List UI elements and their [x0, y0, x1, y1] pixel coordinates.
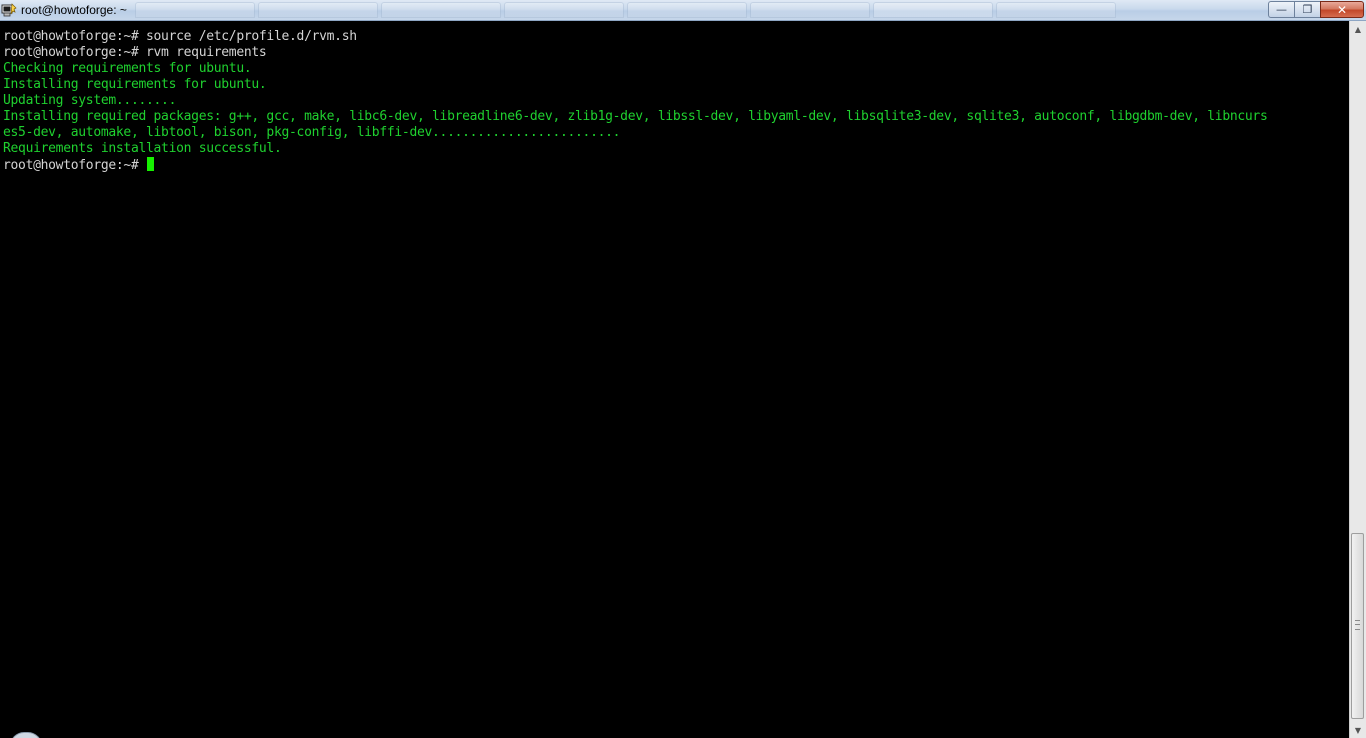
- terminal-cursor: [147, 157, 155, 171]
- scrollbar-thumb[interactable]: [1351, 533, 1364, 719]
- ghost-tab: [504, 2, 624, 18]
- ghost-tab: [750, 2, 870, 18]
- putty-window: root@howtoforge: ~ — ❐ ✕ root@howtoforge…: [0, 0, 1366, 738]
- terminal-output[interactable]: root@howtoforge:~# source /etc/profile.d…: [0, 21, 1349, 738]
- close-button[interactable]: ✕: [1320, 1, 1364, 18]
- terminal-line: es5-dev, automake, libtool, bison, pkg-c…: [3, 125, 621, 140]
- restore-icon: ❐: [1302, 3, 1313, 16]
- terminal-line: root@howtoforge:~# source /etc/profile.d…: [3, 29, 357, 44]
- ghost-tab: [258, 2, 378, 18]
- ghost-tab: [381, 2, 501, 18]
- terminal-line: root@howtoforge:~# rvm requirements: [3, 45, 267, 60]
- background-browser-tabs: [135, 2, 1180, 19]
- ghost-tab: [627, 2, 747, 18]
- minimize-icon: —: [1276, 3, 1287, 16]
- terminal-prompt: root@howtoforge:~#: [3, 158, 147, 173]
- minimize-button[interactable]: —: [1268, 1, 1294, 18]
- ghost-tab: [996, 2, 1116, 18]
- window-title: root@howtoforge: ~: [21, 3, 127, 17]
- grip-icon: [1355, 620, 1360, 630]
- ghost-tab: [873, 2, 993, 18]
- terminal-line: Updating system........: [3, 93, 177, 108]
- terminal-line: Requirements installation successful.: [3, 141, 282, 156]
- putty-terminal-icon[interactable]: [1, 2, 17, 18]
- scroll-down-arrow-icon[interactable]: ▼: [1350, 722, 1366, 738]
- window-controls: — ❐ ✕: [1268, 1, 1364, 18]
- close-icon: ✕: [1336, 2, 1348, 17]
- terminal-line: Installing required packages: g++, gcc, …: [3, 109, 1268, 124]
- vertical-scrollbar[interactable]: ▲ ▼: [1349, 21, 1366, 738]
- title-bar[interactable]: root@howtoforge: ~ — ❐ ✕: [0, 0, 1366, 21]
- terminal-line: Checking requirements for ubuntu.: [3, 61, 252, 76]
- terminal-prompt-line: root@howtoforge:~#: [3, 157, 155, 174]
- ghost-tab: [135, 2, 255, 18]
- maximize-button[interactable]: ❐: [1294, 1, 1320, 18]
- scroll-up-arrow-icon[interactable]: ▲: [1350, 21, 1366, 37]
- terminal-line: Installing requirements for ubuntu.: [3, 77, 267, 92]
